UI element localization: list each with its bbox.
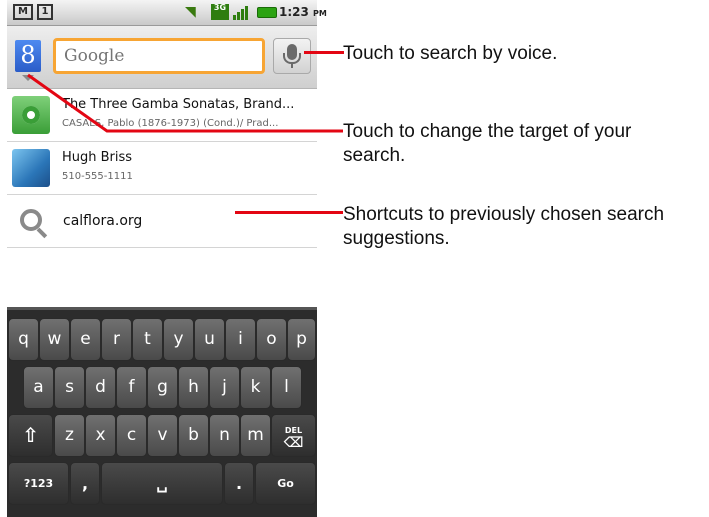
delete-label: DEL <box>284 426 303 435</box>
shift-key[interactable]: ⇧ <box>8 414 53 457</box>
key-s[interactable]: s <box>54 366 85 409</box>
suggestion-item[interactable]: The Three Gamba Sonatas, Brand... CASALS… <box>7 89 317 142</box>
key-j[interactable]: j <box>209 366 240 409</box>
suggestion-title: calflora.org <box>63 213 143 229</box>
keyboard-row: q w e r t y u i o p <box>7 318 317 366</box>
suggestion-subtitle: 510-555-1111 <box>62 171 133 182</box>
music-icon <box>12 96 50 134</box>
shortcuts-callout-line <box>235 211 343 214</box>
search-source-button[interactable]: 8 <box>15 40 41 72</box>
key-z[interactable]: z <box>54 414 85 457</box>
voice-search-button[interactable] <box>273 38 311 74</box>
key-a[interactable]: a <box>23 366 54 409</box>
sync-icon: ◥ <box>185 4 196 20</box>
key-g[interactable]: g <box>147 366 178 409</box>
key-r[interactable]: r <box>101 318 132 361</box>
key-p[interactable]: p <box>287 318 316 361</box>
chevron-down-icon[interactable] <box>22 75 34 81</box>
key-o[interactable]: o <box>256 318 287 361</box>
network-3g-icon: 3G <box>211 4 229 20</box>
key-e[interactable]: e <box>70 318 101 361</box>
suggestion-subtitle: CASALS, Pablo (1876-1973) (Cond.)/ Prad.… <box>62 118 279 129</box>
key-n[interactable]: n <box>209 414 240 457</box>
voice-callout-text: Touch to search by voice. <box>343 43 558 64</box>
key-u[interactable]: u <box>194 318 225 361</box>
key-k[interactable]: k <box>240 366 271 409</box>
key-x[interactable]: x <box>85 414 116 457</box>
suggestion-item[interactable]: calflora.org <box>7 195 317 248</box>
key-t[interactable]: t <box>132 318 163 361</box>
key-f[interactable]: f <box>116 366 147 409</box>
gmail-icon[interactable]: M <box>13 4 33 20</box>
key-w[interactable]: w <box>39 318 70 361</box>
suggestion-title: The Three Gamba Sonatas, Brand... <box>62 97 295 112</box>
key-y[interactable]: y <box>163 318 194 361</box>
key-q[interactable]: q <box>8 318 39 361</box>
symbols-key[interactable]: ?123 <box>8 462 69 505</box>
key-d[interactable]: d <box>85 366 116 409</box>
keyboard-row: ?123 , ␣ . Go <box>7 462 317 510</box>
space-key[interactable]: ␣ <box>101 462 223 505</box>
go-key[interactable]: Go <box>255 462 316 505</box>
clock: 1:23 PM <box>279 5 327 19</box>
comma-key[interactable]: , <box>70 462 100 505</box>
suggestion-title: Hugh Briss <box>62 150 133 165</box>
key-v[interactable]: v <box>147 414 178 457</box>
voice-callout-line <box>304 51 344 54</box>
key-h[interactable]: h <box>178 366 209 409</box>
key-b[interactable]: b <box>178 414 209 457</box>
suggestion-item[interactable]: Hugh Briss 510-555-1111 <box>7 142 317 195</box>
key-i[interactable]: i <box>225 318 256 361</box>
search-input[interactable] <box>53 38 265 74</box>
delete-key[interactable]: DEL ⌫ <box>271 414 316 457</box>
target-callout-text: Touch to change the target of your searc… <box>343 121 632 166</box>
suggestion-list: The Three Gamba Sonatas, Brand... CASALS… <box>7 89 317 248</box>
phone-screen: M 1 ◥ 3G 1:23 PM 8 The Three Gamba Sonat… <box>7 0 327 517</box>
soft-keyboard: q w e r t y u i o p a s d f g h j k l ⇧ … <box>7 307 317 517</box>
search-bar: 8 <box>7 26 317 89</box>
signal-strength-icon <box>233 4 251 20</box>
period-key[interactable]: . <box>224 462 254 505</box>
keyboard-row: ⇧ z x c v b n m DEL ⌫ <box>7 414 317 462</box>
battery-icon <box>257 7 277 18</box>
contact-photo <box>12 149 50 187</box>
key-c[interactable]: c <box>116 414 147 457</box>
keyboard-row: a s d f g h j k l <box>7 366 317 414</box>
key-l[interactable]: l <box>271 366 302 409</box>
key-m[interactable]: m <box>240 414 271 457</box>
calendar-icon[interactable]: 1 <box>37 4 53 20</box>
shortcuts-callout-text: Shortcuts to previously chosen search su… <box>343 204 665 249</box>
status-bar: M 1 ◥ 3G 1:23 PM <box>7 0 327 26</box>
delete-icon: ⌫ <box>283 435 304 451</box>
